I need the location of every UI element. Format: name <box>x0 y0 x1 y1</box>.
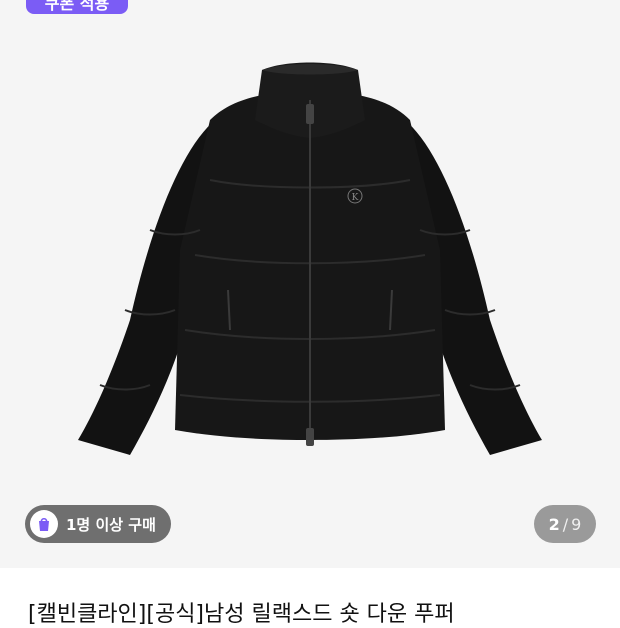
shopping-bag-icon <box>30 510 58 538</box>
pager-separator: / <box>562 514 569 534</box>
product-image: K <box>78 62 542 455</box>
purchase-count-text: 1명 이상 구매 <box>66 515 156 534</box>
purchase-count-badge: 1명 이상 구매 <box>25 505 171 543</box>
pager-current: 2 <box>548 514 560 534</box>
product-title: [캘빈클라인][공식]남성 릴랙스드 숏 다운 푸퍼 <box>28 602 455 627</box>
image-pager: 2 / 9 <box>534 505 596 543</box>
product-image-carousel[interactable]: 쿠폰 적용 K 1명 이상 구매 2 / 9 <box>0 0 620 568</box>
pager-total: 9 <box>571 514 582 534</box>
svg-text:K: K <box>352 193 359 203</box>
promo-badge: 쿠폰 적용 <box>26 0 128 14</box>
